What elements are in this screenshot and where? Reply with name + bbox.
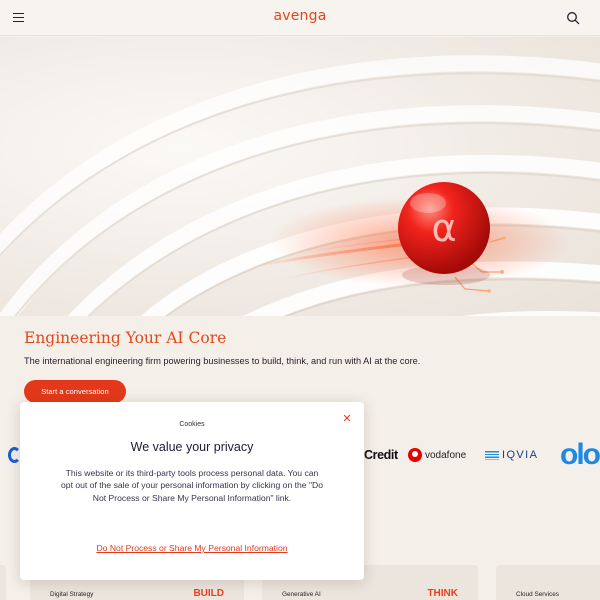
cookie-dialog-heading: We value your privacy: [130, 440, 254, 454]
top-header: avenga: [0, 0, 600, 36]
vodafone-mark-icon: [408, 448, 422, 462]
service-card-cloud-services[interactable]: Cloud Services: [496, 565, 600, 600]
hero-image: α: [0, 37, 600, 316]
service-card-label: Generative AI: [282, 591, 321, 598]
service-card-partial[interactable]: [0, 565, 6, 600]
do-not-process-link[interactable]: Do Not Process or Share My Personal Info…: [20, 543, 364, 553]
hero-subtitle: The international engineering firm power…: [24, 356, 421, 366]
avenga-logo[interactable]: avenga: [0, 8, 600, 24]
iqvia-lines-icon: [485, 450, 499, 460]
service-card-word: BUILD: [193, 588, 224, 599]
credit-logo: Credit: [364, 448, 398, 462]
start-conversation-button[interactable]: Start a conversation: [24, 380, 126, 403]
cookie-consent-dialog: Cookies ✕ We value your privacy This web…: [20, 402, 364, 580]
search-icon[interactable]: [566, 11, 580, 25]
cookie-dialog-kicker: Cookies: [179, 421, 205, 428]
service-card-label: Digital Strategy: [50, 591, 94, 598]
svg-text:α: α: [431, 206, 456, 250]
close-icon[interactable]: ✕: [340, 412, 354, 426]
olo-logo: olo: [560, 438, 600, 471]
iqvia-logo: IQVIA: [485, 449, 538, 461]
vodafone-logo: vodafone: [408, 447, 466, 463]
cookie-dialog-body: This website or its third-party tools pr…: [61, 468, 323, 503]
service-card-label: Cloud Services: [516, 591, 559, 598]
hero-title: Engineering Your AI Core: [24, 329, 227, 347]
iqvia-wordmark: IQVIA: [502, 449, 539, 461]
vodafone-wordmark: vodafone: [425, 449, 467, 461]
service-card-word: THINK: [427, 588, 458, 599]
hero-maze-illustration: α: [0, 55, 600, 316]
